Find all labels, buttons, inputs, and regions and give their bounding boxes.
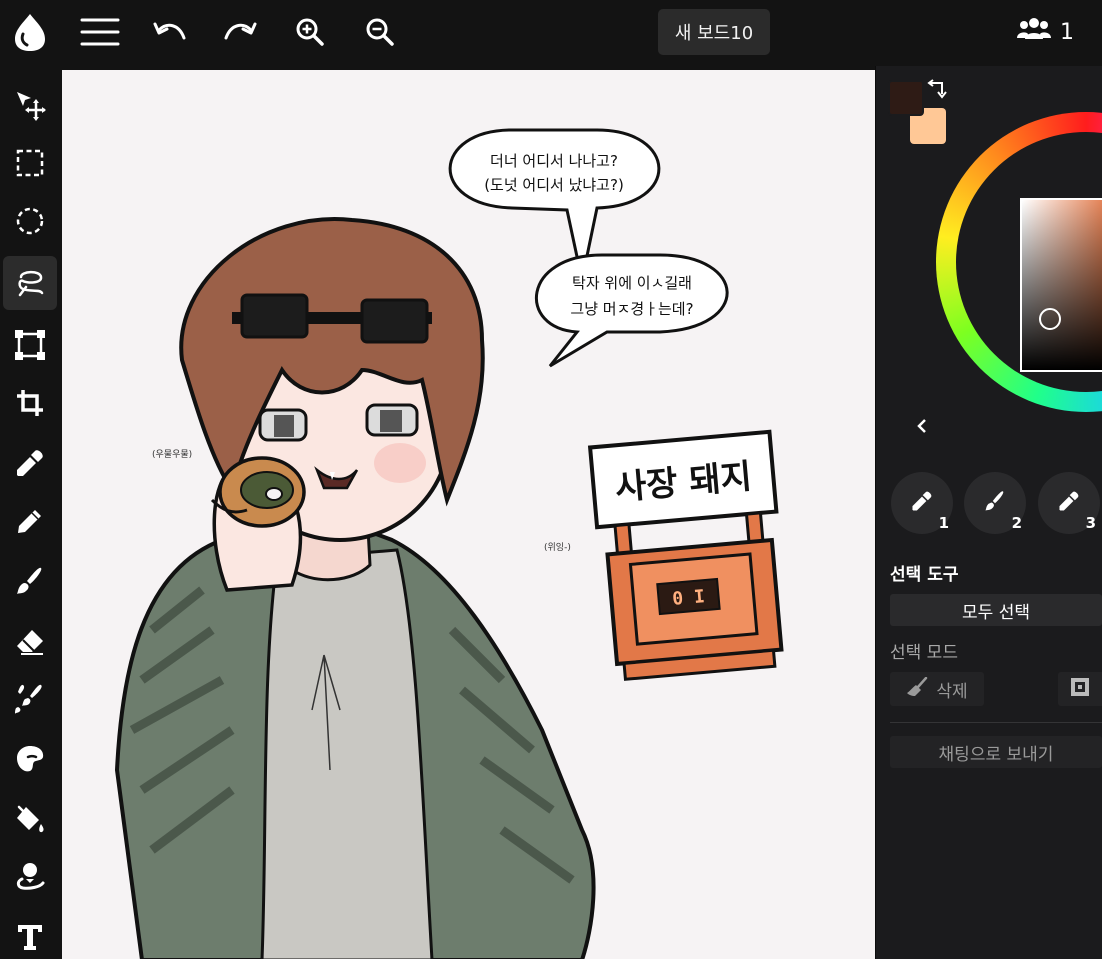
sfx-left: (우물우물) — [152, 449, 192, 460]
brush-slot-3[interactable]: 3 — [1038, 472, 1100, 534]
zoom-out-icon[interactable] — [358, 10, 402, 54]
shirt — [260, 548, 434, 959]
saturation-value-square[interactable] — [1020, 198, 1102, 372]
bubble2-line2: 그냥 머ㅈ경ㅏ는데? — [570, 300, 693, 318]
panel-divider — [890, 722, 1102, 723]
transform-tool-icon[interactable] — [3, 318, 57, 372]
primary-color-swatch[interactable] — [888, 80, 924, 116]
move-tool-icon[interactable] — [3, 78, 57, 132]
artwork: 더너 어디서 나나고? (도넛 어디서 났냐고?) 탁자 위에 이ㅅ길래 그냥 … — [114, 128, 784, 959]
delete-button[interactable]: 삭제 — [890, 672, 984, 706]
board-title[interactable]: 새 보드10 — [658, 9, 770, 55]
eyedropper-tool-icon[interactable] — [3, 436, 57, 490]
blend-tool-icon[interactable] — [3, 672, 57, 726]
slot-number: 2 — [1011, 514, 1022, 532]
eraser-tool-icon[interactable] — [3, 614, 57, 668]
eyedropper-icon — [911, 490, 933, 516]
text-tool-icon[interactable] — [3, 910, 57, 959]
delete-label: 삭제 — [936, 681, 968, 702]
rect-select-tool-icon[interactable] — [3, 136, 57, 190]
undo-icon[interactable] — [148, 10, 192, 54]
brush-icon — [984, 490, 1006, 516]
board-title-text: 새 보드10 — [674, 23, 754, 44]
slot-number: 1 — [938, 514, 949, 532]
sign-robot: 사장 돼지 0 I — [587, 429, 784, 681]
bubble2-line1: 탁자 위에 이ㅅ길래 — [572, 274, 692, 292]
select-all-button[interactable]: 모두 선택 — [890, 594, 1102, 626]
lasso-select-tool-icon[interactable] — [3, 256, 57, 310]
crop-tool-icon[interactable] — [3, 376, 57, 430]
robot-face: 0 I — [671, 586, 705, 610]
right-panel: 1 2 3 선택 도구 모두 선택 선택 모드 삭제 채팅으로 보내기 — [875, 66, 1102, 959]
sfx-right: (위잉-) — [544, 541, 571, 553]
invert-selection-icon — [1070, 677, 1090, 701]
bubble1-line1: 더너 어디서 나나고? — [490, 152, 618, 170]
zoom-in-icon[interactable] — [288, 10, 332, 54]
users-button[interactable]: 1 — [1016, 14, 1074, 50]
invert-selection-button[interactable] — [1058, 672, 1102, 706]
user-count: 1 — [1060, 19, 1074, 45]
pencil-tool-icon[interactable] — [3, 494, 57, 548]
selection-mode-label: 선택 모드 — [890, 643, 958, 663]
send-to-chat-label: 채팅으로 보내기 — [938, 744, 1054, 765]
fill-tool-icon[interactable] — [3, 792, 57, 846]
brush-slot-1[interactable]: 1 — [891, 472, 953, 534]
brush-slot-2[interactable]: 2 — [964, 472, 1026, 534]
bubble1-line2: (도넛 어디서 났냐고?) — [484, 176, 624, 194]
top-bar: 새 보드10 1 — [0, 0, 1102, 66]
send-to-chat-button[interactable]: 채팅으로 보내기 — [890, 736, 1102, 768]
eyedropper-icon — [1058, 490, 1080, 516]
users-icon — [1016, 17, 1052, 47]
color-picker-handle[interactable] — [1039, 308, 1061, 330]
ellipse-select-tool-icon[interactable] — [3, 194, 57, 248]
collapse-chevron-icon[interactable] — [912, 416, 932, 436]
slot-number: 3 — [1085, 514, 1096, 532]
redo-icon[interactable] — [218, 10, 262, 54]
broom-icon — [906, 676, 928, 702]
menu-icon[interactable] — [78, 10, 122, 54]
tool-bar — [0, 66, 62, 959]
app-logo-icon[interactable] — [8, 10, 52, 54]
liquify-tool-icon[interactable] — [3, 850, 57, 904]
selection-tool-title: 선택 도구 — [890, 565, 959, 585]
brush-tool-icon[interactable] — [3, 554, 57, 608]
drawing-canvas[interactable]: 더너 어디서 나나고? (도넛 어디서 났냐고?) 탁자 위에 이ㅅ길래 그냥 … — [62, 70, 875, 959]
smudge-tool-icon[interactable] — [3, 732, 57, 786]
select-all-label: 모두 선택 — [962, 602, 1030, 623]
swap-colors-icon[interactable] — [926, 78, 948, 100]
